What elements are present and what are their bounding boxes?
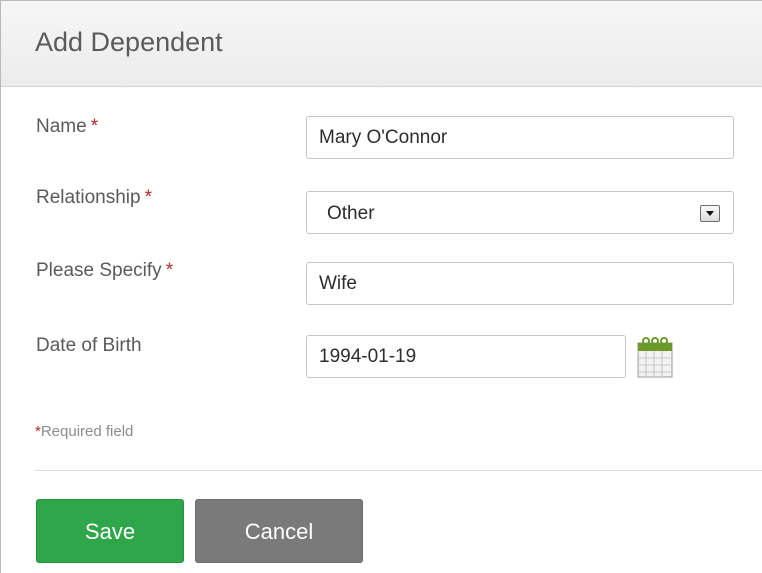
dob-label: Date of Birth	[36, 335, 142, 357]
relationship-label-text: Relationship	[36, 187, 141, 208]
panel-title: Add Dependent	[35, 27, 223, 57]
relationship-select[interactable]: Other	[306, 191, 734, 234]
required-field-note: *Required field	[35, 423, 133, 440]
cancel-button[interactable]: Cancel	[195, 499, 363, 563]
name-input[interactable]	[306, 116, 734, 159]
name-label-text: Name	[36, 116, 87, 137]
add-dependent-panel: Add Dependent Name* Relationship* Other …	[0, 0, 762, 573]
dropdown-arrow-icon[interactable]	[700, 205, 720, 222]
required-note-text: Required field	[40, 423, 134, 440]
required-star: *	[144, 187, 152, 208]
name-label: Name *	[36, 116, 98, 138]
save-button[interactable]: Save	[36, 499, 184, 563]
dob-input[interactable]	[306, 335, 626, 378]
specify-label-text: Please Specify	[36, 260, 162, 281]
required-star: *	[165, 260, 174, 281]
calendar-icon[interactable]	[637, 335, 673, 378]
divider	[35, 470, 762, 471]
panel-header: Add Dependent	[1, 1, 762, 87]
specify-label: Please Specify *	[36, 260, 173, 282]
specify-input[interactable]	[306, 262, 734, 305]
required-star: *	[90, 116, 99, 137]
dob-label-text: Date of Birth	[36, 335, 142, 356]
relationship-label: Relationship *	[36, 187, 152, 209]
relationship-selected-value: Other	[327, 203, 375, 224]
